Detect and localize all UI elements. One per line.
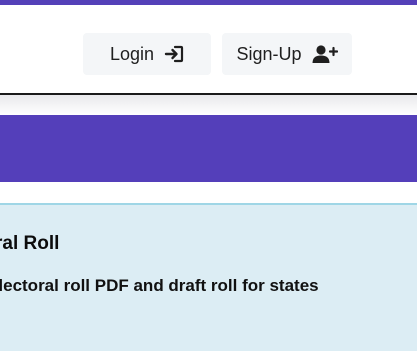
- signup-button[interactable]: Sign-Up: [222, 33, 352, 75]
- user-plus-icon: [312, 44, 338, 64]
- info-description: Download electoral roll PDF and draft ro…: [0, 276, 319, 295]
- page-banner: [0, 115, 417, 182]
- info-title: Electoral Roll: [0, 233, 60, 254]
- signup-label: Sign-Up: [236, 43, 302, 64]
- site-header: Login Sign-Up: [0, 5, 417, 93]
- login-button[interactable]: Login: [83, 33, 211, 75]
- login-arrow-icon: [164, 45, 184, 63]
- info-card: Electoral Roll Download electoral roll P…: [0, 203, 417, 351]
- login-label: Login: [109, 43, 155, 64]
- header-shadow: [0, 95, 417, 115]
